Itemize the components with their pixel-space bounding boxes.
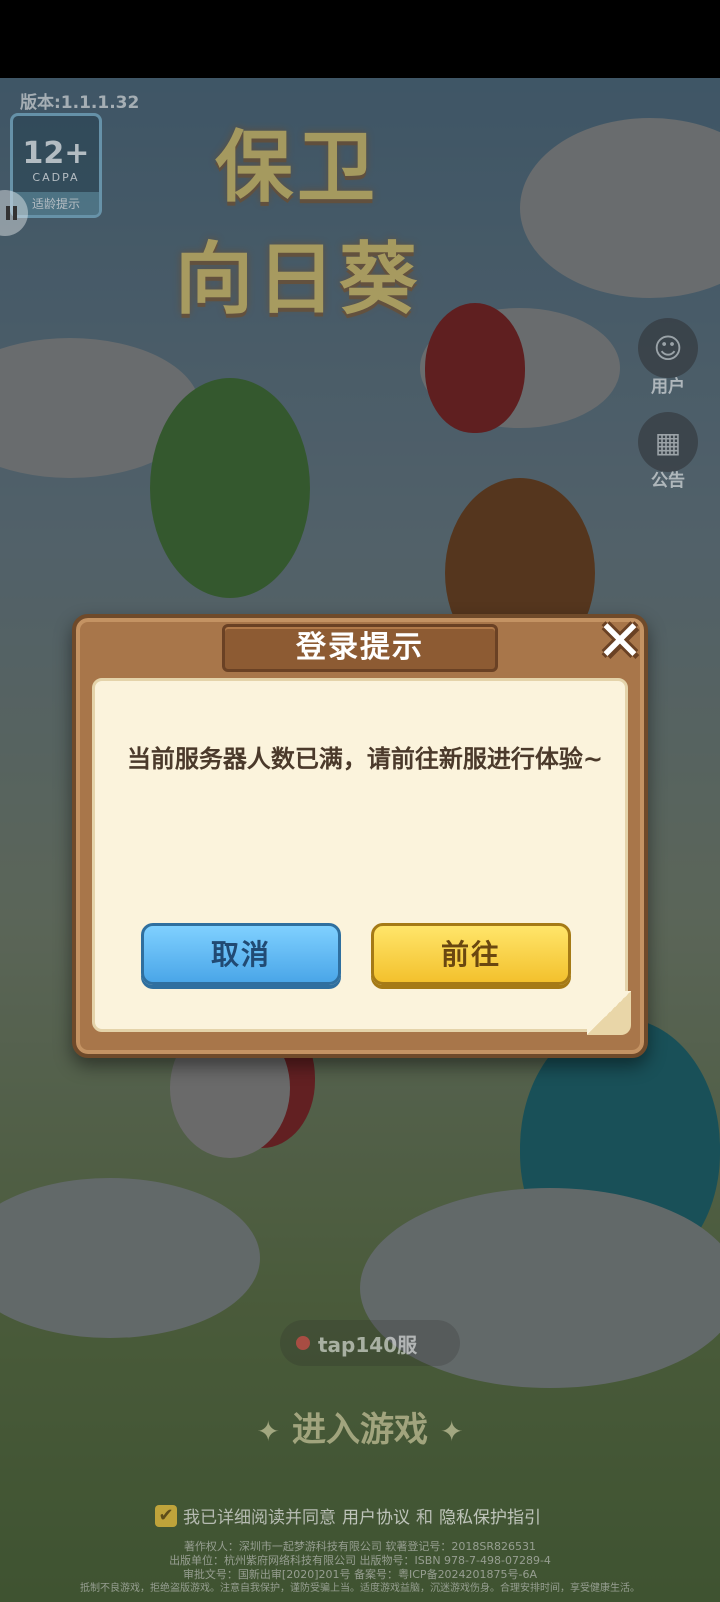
enter-game-button[interactable]: ✦ 进入游戏 ✦: [230, 1392, 490, 1468]
footer-line: 出版单位：杭州紫府网络科技有限公司 出版物号：ISBN 978-7-498-07…: [169, 1554, 551, 1567]
user-agreement-link[interactable]: 用户协议: [342, 1503, 410, 1528]
logo-line-2: 向日葵: [175, 235, 422, 325]
game-logo: 保卫 向日葵: [175, 105, 535, 325]
sparkle-icon: ✦: [256, 1415, 280, 1448]
privacy-policy-link[interactable]: 隐私保护指引: [439, 1503, 541, 1528]
user-button-label: 用户: [651, 377, 685, 397]
agreement-checkbox[interactable]: ✔: [155, 1504, 177, 1527]
server-name: tap140服: [318, 1332, 418, 1357]
paper-curl: [587, 991, 631, 1035]
footer-line: 审批文号：国新出审[2020]201号 备案号：粤ICP备2024201875号…: [182, 1568, 538, 1581]
close-icon[interactable]: ✕: [594, 614, 646, 670]
agreement-row: ✔ 我已详细阅读并同意 用户协议 和 隐私保护指引: [155, 1503, 541, 1528]
login-dialog: 登录提示 ✕ 当前服务器人数已满，请前往新服进行体验~ 取消 前往: [72, 614, 648, 1058]
go-button[interactable]: 前往: [371, 923, 571, 985]
agreement-and: 和: [416, 1508, 433, 1528]
enter-game-label: 进入游戏: [292, 1410, 428, 1450]
notice-button[interactable]: ▦ 公告: [636, 412, 700, 491]
cancel-button[interactable]: 取消: [141, 923, 341, 985]
footer-line: 抵制不良游戏，拒绝盗版游戏。注意自我保护，谨防受骗上当。适度游戏益脑，沉迷游戏伤…: [80, 1583, 640, 1594]
notice-button-label: 公告: [651, 471, 685, 491]
footer-line: 著作权人：深圳市一起梦游科技有限公司 软著登记号：2018SR826531: [183, 1540, 537, 1553]
dialog-title: 登录提示: [296, 630, 424, 665]
version-label: 版本:1.1.1.32: [20, 93, 140, 113]
age-rating-value: 12+: [22, 136, 90, 171]
legal-footer: 著作权人：深圳市一起梦游科技有限公司 软著登记号：2018SR826531 出版…: [0, 1540, 720, 1596]
dialog-message: 当前服务器人数已满，请前往新服进行体验~: [126, 745, 604, 773]
sparkle-icon: ✦: [440, 1415, 464, 1448]
dialog-title-plate: 登录提示: [222, 624, 498, 672]
server-selector[interactable]: tap140服: [280, 1320, 460, 1366]
dialog-body: 当前服务器人数已满，请前往新服进行体验~ 取消 前往: [92, 678, 631, 1035]
status-bar: [0, 0, 720, 78]
server-status-dot: [296, 1336, 310, 1350]
agreement-text: 我已详细阅读并同意: [183, 1508, 336, 1528]
age-rating-org: CADPA: [32, 171, 80, 184]
user-icon: ☺: [638, 318, 698, 378]
logo-line-1: 保卫: [215, 123, 380, 213]
calendar-icon: ▦: [638, 412, 698, 472]
user-button[interactable]: ☺ 用户: [636, 318, 700, 397]
